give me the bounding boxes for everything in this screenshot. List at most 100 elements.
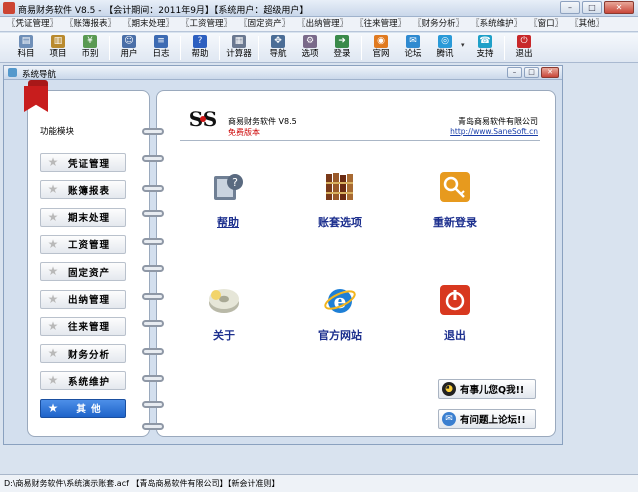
module-button[interactable]: ★ 固定资产 xyxy=(40,262,126,282)
module-button-label: 系统维护 xyxy=(67,376,110,388)
close-button[interactable]: ✕ xyxy=(604,1,634,14)
qq-contact-button[interactable]: ◕ 有事儿您Q我!! xyxy=(438,379,536,399)
rss-icon: ◉ xyxy=(374,35,388,48)
window-title: 商易财务软件 V8.5 - 【会计期间：2011年9月】【系统用户：超级用户】 xyxy=(18,6,309,16)
status-bar: D:\商易财务软件\系统演示账套.acf 【青岛商易软件有限公司】【新会计准则】 xyxy=(0,474,638,492)
menu-item[interactable]: 〖账簿报表〗 xyxy=(62,18,119,31)
menu-item[interactable]: 〖工资管理〗 xyxy=(178,18,235,31)
star-icon: ★ xyxy=(47,155,59,169)
help-book-icon: ? xyxy=(211,170,245,204)
module-button[interactable]: ★ 系统维护 xyxy=(40,371,126,391)
forum-icon: ✉ xyxy=(406,35,420,48)
module-button[interactable]: ★ 工资管理 xyxy=(40,234,126,254)
toolbar: ▤ 科目 ▥ 项目 ¥ 币别 ☺ 用户 ≡ 日志? 帮助 ▦ 计算器 ✥ 导航 ⚙ 选项 ➜ 登录 ◉ 官网 ✉ 论坛 ◎ 腾讯… xyxy=(0,33,638,63)
toolbar-separator xyxy=(219,36,220,60)
maximize-button[interactable]: □ xyxy=(582,1,602,14)
menu-item[interactable]: 〖期末处理〗 xyxy=(120,18,177,31)
toolbar-button-calculator[interactable]: ▦ 计算器 xyxy=(223,33,255,60)
toolbar-button-navigation[interactable]: ✥ 导航 xyxy=(262,33,294,60)
log-icon: ≡ xyxy=(154,35,168,48)
module-button[interactable]: ★ 出纳管理 xyxy=(40,289,126,309)
feature-ie-browser[interactable]: e 官方网站 xyxy=(300,283,380,343)
contact-button-label: 有事儿您Q我!! xyxy=(460,385,525,396)
binder-ring xyxy=(142,423,164,430)
toolbar-button-login[interactable]: ➜ 登录 xyxy=(326,33,358,60)
toolbar-button-options[interactable]: ⚙ 选项 xyxy=(294,33,326,60)
minimize-button[interactable]: – xyxy=(560,1,580,14)
nav-maximize-button[interactable]: □ xyxy=(524,67,539,78)
menu-item[interactable]: 〖财务分析〗 xyxy=(410,18,467,31)
menu-item[interactable]: 〖窗口〗 xyxy=(526,18,566,31)
module-button[interactable]: ★ 凭证管理 xyxy=(40,153,126,172)
website-link[interactable]: http://www.SaneSoft.cn xyxy=(424,127,538,136)
module-button[interactable]: ★ 往来管理 xyxy=(40,316,126,336)
forum-button[interactable]: ✉ 有问题上论坛!! xyxy=(438,409,536,429)
module-button-label: 账簿报表 xyxy=(67,185,110,197)
software-name: 商易财务软件 V8.5 xyxy=(228,117,297,126)
toolbar-label: 腾讯 xyxy=(436,49,454,59)
menu-item[interactable]: 〖其他〗 xyxy=(567,18,607,31)
feature-label: 官方网站 xyxy=(318,329,362,342)
module-button[interactable]: ★ 期末处理 xyxy=(40,207,126,227)
binder-ring xyxy=(142,265,164,272)
toolbar-button-help[interactable]: ? 帮助 xyxy=(184,33,216,60)
toolbar-label: 官网 xyxy=(372,49,390,59)
binder-ring xyxy=(142,128,164,135)
nav-close-button[interactable]: ✕ xyxy=(541,67,559,78)
menu-item[interactable]: 〖凭证管理〗 xyxy=(4,18,61,31)
books-icon xyxy=(323,170,357,204)
feature-label: 账套选项 xyxy=(318,216,362,229)
toolbar-button-user[interactable]: ☺ 用户 xyxy=(113,33,145,60)
app-logo-icon xyxy=(3,2,15,14)
toolbar-separator xyxy=(180,36,181,60)
help-icon: ? xyxy=(193,35,207,48)
binder-ring xyxy=(142,210,164,217)
toolbar-button-folder[interactable]: ▥ 项目 xyxy=(42,33,74,60)
module-button[interactable]: ★ 账簿报表 xyxy=(40,180,126,200)
nav-minimize-button[interactable]: – xyxy=(507,67,522,78)
toolbar-label: 项目 xyxy=(49,49,67,59)
toolbar-label: 用户 xyxy=(120,49,138,59)
nav-window-title-bar: 系统导航 – □ ✕ xyxy=(4,66,562,80)
toolbar-button-exit[interactable]: ⏻ 退出 xyxy=(508,33,540,60)
sanesoft-logo-icon: SS xyxy=(188,104,218,134)
toolbar-dropdown-arrow-icon[interactable]: ▾ xyxy=(461,33,469,49)
toolbar-button-forum[interactable]: ✉ 论坛 xyxy=(397,33,429,60)
binder-ring xyxy=(142,238,164,245)
menu-item[interactable]: 〖出纳管理〗 xyxy=(294,18,351,31)
title-bar: 商易财务软件 V8.5 - 【会计期间：2011年9月】【系统用户：超级用户】 … xyxy=(0,0,638,17)
toolbar-button-log[interactable]: ≡ 日志 xyxy=(145,33,177,60)
toolbar-button-notebook[interactable]: ▤ 科目 xyxy=(10,33,42,60)
toolbar-label: 支持 xyxy=(476,49,494,59)
toolbar-label: 登录 xyxy=(333,49,351,59)
toolbar-button-support[interactable]: ☎ 支持 xyxy=(469,33,501,60)
module-button[interactable]: ★ 其 他 xyxy=(40,398,126,418)
feature-power[interactable]: 退出 xyxy=(415,283,495,343)
toolbar-label: 退出 xyxy=(515,49,533,59)
toolbar-button-rss[interactable]: ◉ 官网 xyxy=(365,33,397,60)
menu-item[interactable]: 〖固定资产〗 xyxy=(236,18,293,31)
toolbar-button-currency[interactable]: ¥ 币别 xyxy=(74,33,106,60)
module-button-label: 工资管理 xyxy=(67,240,110,252)
module-button-label: 其 他 xyxy=(76,404,102,416)
star-icon: ★ xyxy=(47,236,59,251)
nav-window-title: 系统导航 xyxy=(22,70,57,80)
toolbar-button-qq[interactable]: ◎ 腾讯 xyxy=(429,33,461,60)
feature-help-book[interactable]: ? 帮助 xyxy=(188,170,268,230)
feature-about-disk[interactable]: 关于 xyxy=(184,283,264,343)
toolbar-label: 币别 xyxy=(81,49,99,59)
menu-item[interactable]: 〖往来管理〗 xyxy=(352,18,409,31)
calculator-icon: ▦ xyxy=(232,35,246,48)
feature-key[interactable]: 重新登录 xyxy=(415,170,495,230)
toolbar-separator xyxy=(361,36,362,60)
menu-item[interactable]: 〖系统维护〗 xyxy=(468,18,525,31)
feature-label: 重新登录 xyxy=(433,216,477,229)
module-button[interactable]: ★ 财务分析 xyxy=(40,344,126,364)
toolbar-label: 科目 xyxy=(17,49,35,59)
feature-books[interactable]: 账套选项 xyxy=(300,170,380,230)
feature-label: 退出 xyxy=(444,329,466,342)
module-button-label: 往来管理 xyxy=(67,322,110,334)
binder-ring xyxy=(142,320,164,327)
toolbar-label: 帮助 xyxy=(191,49,209,59)
toolbar-label: 计算器 xyxy=(226,49,252,59)
